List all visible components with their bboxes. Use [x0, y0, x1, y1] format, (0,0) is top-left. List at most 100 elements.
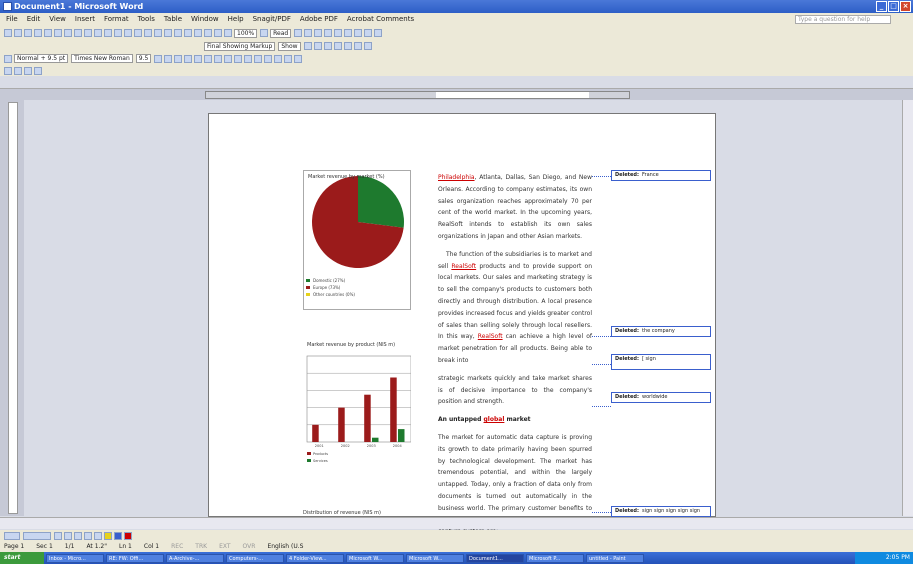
paste-icon[interactable] — [114, 29, 122, 37]
menu-format[interactable]: Format — [104, 13, 129, 26]
insert-table-icon[interactable] — [174, 29, 182, 37]
menu-edit[interactable]: Edit — [27, 13, 41, 26]
markup-view-select[interactable]: Final Showing Markup — [204, 41, 276, 51]
insert-excel-icon[interactable] — [184, 29, 192, 37]
extra-tool-icon[interactable] — [374, 29, 383, 37]
horizontal-scrollbar[interactable] — [0, 517, 913, 529]
horizontal-ruler[interactable] — [0, 88, 913, 100]
show-hide-icon[interactable] — [224, 29, 232, 37]
menu-acrobat-comments[interactable]: Acrobat Comments — [347, 13, 414, 26]
research-icon[interactable] — [84, 29, 92, 37]
undo-icon[interactable] — [134, 29, 142, 37]
deleted-balloon-2[interactable]: Deleted: the company — [611, 326, 711, 337]
save-icon[interactable] — [24, 29, 32, 37]
status-trk[interactable]: TRK — [195, 542, 207, 552]
reject-change-icon[interactable] — [333, 42, 342, 50]
justify-icon[interactable] — [214, 54, 223, 63]
line-color-icon[interactable] — [114, 532, 122, 540]
rectangle-icon[interactable] — [74, 532, 82, 540]
status-rec[interactable]: REC — [171, 542, 183, 552]
font-size-select[interactable]: 9.5 — [135, 54, 152, 63]
zoom-select[interactable]: 100% — [234, 28, 258, 38]
italic-icon[interactable] — [164, 54, 173, 63]
columns-icon[interactable] — [194, 29, 202, 37]
accept-change-icon[interactable] — [323, 42, 332, 50]
underline-icon[interactable] — [174, 54, 183, 63]
next-change-icon[interactable] — [313, 42, 322, 50]
taskbar-item[interactable]: Computers-... — [226, 553, 284, 563]
arrow-icon[interactable] — [64, 532, 72, 540]
maximize-button[interactable]: □ — [888, 1, 899, 12]
taskbar-item[interactable]: 4 Folder-View... — [286, 553, 344, 563]
increase-indent-icon[interactable] — [264, 54, 273, 63]
start-button[interactable]: start — [0, 552, 44, 564]
highlight-icon[interactable] — [284, 54, 293, 63]
menu-adobe-pdf[interactable]: Adobe PDF — [300, 13, 338, 26]
oval-icon[interactable] — [84, 532, 92, 540]
hyperlink-icon[interactable] — [154, 29, 162, 37]
refresh-icon[interactable] — [34, 66, 42, 75]
snagit-icon[interactable] — [324, 29, 333, 37]
new-comment-icon[interactable] — [343, 42, 352, 50]
bold-icon[interactable] — [154, 54, 163, 63]
drawing-icon[interactable] — [204, 29, 212, 37]
vertical-scrollbar[interactable] — [902, 100, 913, 516]
stop-icon[interactable] — [24, 66, 32, 75]
bold-tool-icon[interactable] — [354, 29, 363, 37]
align-left-icon[interactable] — [334, 29, 343, 37]
menu-file[interactable]: File — [6, 13, 18, 26]
autoshapes-icon[interactable] — [23, 532, 51, 540]
center-icon[interactable] — [194, 54, 203, 63]
tables-icon[interactable] — [164, 29, 172, 37]
align-right-icon[interactable] — [204, 54, 213, 63]
taskbar-item[interactable]: RE: FW: Offi... — [106, 553, 164, 563]
print-icon[interactable] — [54, 29, 62, 37]
print-preview-icon[interactable] — [64, 29, 72, 37]
document-body[interactable]: Philadelphia, Atlanta, Dallas, San Diego… — [438, 172, 592, 544]
deleted-balloon-5[interactable]: Deleted: sign sign sign sign sign — [611, 506, 711, 517]
show-menu-button[interactable]: Show — [278, 41, 301, 51]
font-color-draw-icon[interactable] — [124, 532, 132, 540]
line-spacing-icon[interactable] — [224, 54, 233, 63]
document-map-icon[interactable] — [214, 29, 222, 37]
style-select[interactable]: Normal + 9.5 pt — [14, 54, 69, 63]
menu-insert[interactable]: Insert — [75, 13, 95, 26]
paragraph-1[interactable]: Philadelphia, Atlanta, Dallas, San Diego… — [438, 172, 592, 243]
spelling-icon[interactable] — [74, 29, 82, 37]
system-tray-clock[interactable]: 2:05 PM — [855, 552, 913, 564]
border-icon[interactable] — [274, 54, 283, 63]
new-icon[interactable] — [4, 29, 12, 37]
styles-pane-icon[interactable] — [4, 54, 12, 63]
minimize-button[interactable]: _ — [876, 1, 887, 12]
menu-table[interactable]: Table — [164, 13, 182, 26]
align-left-icon[interactable] — [184, 54, 193, 63]
taskbar-item[interactable]: Microsoft W... — [346, 553, 404, 563]
open-icon[interactable] — [14, 29, 22, 37]
menu-window[interactable]: Window — [191, 13, 219, 26]
draw-menu-icon[interactable] — [4, 532, 20, 540]
pdf-review-icon[interactable] — [314, 29, 323, 37]
paragraph-3[interactable]: strategic markets quickly and take marke… — [438, 373, 592, 408]
paragraph-2[interactable]: The function of the subsidiaries is to m… — [438, 249, 592, 367]
section-heading[interactable]: An untapped global market — [438, 414, 592, 426]
textbox-icon[interactable] — [94, 532, 102, 540]
font-select[interactable]: Times New Roman — [71, 54, 133, 63]
deleted-balloon-4[interactable]: Deleted: worldwide — [611, 392, 711, 403]
back-icon[interactable] — [4, 66, 12, 75]
bullets-icon[interactable] — [244, 54, 253, 63]
inserted-global[interactable]: global — [484, 416, 505, 423]
numbering-icon[interactable] — [234, 54, 243, 63]
font-color-tool-icon[interactable] — [364, 29, 373, 37]
track-changes-icon[interactable] — [353, 42, 362, 50]
menu-tools[interactable]: Tools — [138, 13, 155, 26]
previous-change-icon[interactable] — [303, 42, 312, 50]
status-ovr[interactable]: OVR — [243, 542, 256, 552]
fill-color-icon[interactable] — [104, 532, 112, 540]
permission-icon[interactable] — [34, 29, 42, 37]
taskbar-item[interactable]: Microsoft P... — [526, 553, 584, 563]
forward-icon[interactable] — [14, 66, 22, 75]
help-icon[interactable] — [260, 29, 269, 37]
cut-icon[interactable] — [94, 29, 102, 37]
inserted-philadelphia[interactable]: Philadelphia — [438, 174, 475, 181]
font-color-icon[interactable] — [294, 54, 303, 63]
